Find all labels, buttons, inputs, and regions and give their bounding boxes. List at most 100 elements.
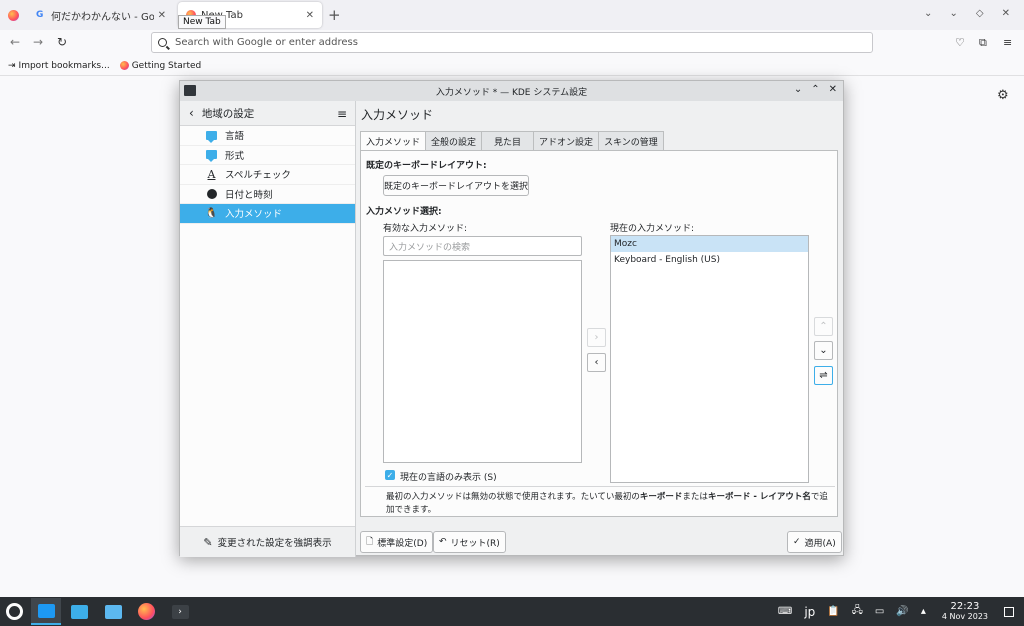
sidebar-title: 地域の設定 xyxy=(201,107,255,120)
close-icon[interactable]: ✕ xyxy=(829,84,837,95)
window-controls: ⌄ ◇ ✕ xyxy=(950,8,1010,19)
url-bar[interactable]: Search with Google or enter address xyxy=(151,32,873,53)
clock-date: 4 Nov 2023 xyxy=(941,611,988,621)
apply-button[interactable]: ✓ 適用(A) xyxy=(787,531,842,553)
volume-icon[interactable]: 🔊 xyxy=(896,606,908,617)
tab-appearance[interactable]: 見た目 xyxy=(481,131,535,150)
browser-tab[interactable]: G 何だかわかんない - Google ✕ xyxy=(28,2,174,28)
back-arrow-icon[interactable]: ← xyxy=(10,35,20,49)
show-desktop-icon[interactable] xyxy=(1004,606,1014,617)
sidebar-item-label: 言語 xyxy=(225,131,245,143)
highlight-changed-settings-button[interactable]: ✎ 変更された設定を強調表示 xyxy=(180,526,355,557)
sidebar-item-label: スペルチェック xyxy=(225,170,291,182)
terminal-icon: › xyxy=(171,604,189,619)
only-current-language-checkbox[interactable]: ✓ xyxy=(385,470,395,480)
app-menu-icon[interactable]: ≡ xyxy=(1003,36,1012,49)
im-search-input[interactable]: 入力メソッドの検索 xyxy=(383,236,582,256)
close-window-icon[interactable]: ✕ xyxy=(1002,8,1010,19)
sidebar-item-input-method[interactable]: 🐧 入力メソッド xyxy=(180,204,355,224)
button-label: 適用(A) xyxy=(804,538,836,549)
main-content: 入力メソッド 入力メソッド 全般の設定 見た目 アドオン設定 スキンの管理 既定… xyxy=(357,101,843,557)
tab-addons[interactable]: アドオン設定 xyxy=(533,131,600,150)
move-up-chevron-button[interactable]: ⌃ xyxy=(814,317,833,336)
firefox-favicon-icon xyxy=(119,61,129,70)
bookmarks-bar: ⇥ Import bookmarks... Getting Started xyxy=(0,56,1024,76)
bookmark-import[interactable]: ⇥ Import bookmarks... xyxy=(8,61,110,71)
remove-im-left-arrow-button[interactable]: ‹ xyxy=(587,353,606,372)
restore-icon[interactable]: ◇ xyxy=(976,8,984,19)
app-icon xyxy=(184,85,196,96)
spellcheck-icon: A xyxy=(207,167,216,181)
gear-icon[interactable]: ⚙ xyxy=(997,88,1009,103)
taskbar-terminal[interactable]: › xyxy=(165,598,195,625)
window-titlebar[interactable]: 入力メソッド * — KDE システム設定 ⌄ ⌃ ✕ xyxy=(180,81,843,101)
configure-im-sliders-button[interactable]: ⇌ xyxy=(814,366,833,385)
sidebar-item-formats[interactable]: 形式 xyxy=(180,146,355,165)
google-favicon-icon: G xyxy=(36,10,44,20)
tab-tooltip: New Tab xyxy=(178,15,226,29)
chevron-down-icon[interactable]: ⌄ xyxy=(794,84,802,95)
defaults-button[interactable]: 🗋 標準設定(D) xyxy=(360,531,434,553)
new-tab-plus-icon[interactable]: + xyxy=(328,6,341,24)
pocket-icon[interactable]: ♡ xyxy=(955,36,965,49)
sidebar-item-spellcheck[interactable]: A スペルチェック xyxy=(180,165,355,185)
tab-bar: 入力メソッド 全般の設定 見た目 アドオン設定 スキンの管理 xyxy=(360,131,664,151)
list-all-tabs-chevron-icon[interactable]: ⌄ xyxy=(924,8,932,19)
tray-expand-arrow-icon[interactable]: ▴ xyxy=(921,606,926,617)
taskbar-firefox[interactable] xyxy=(131,598,161,625)
available-im-label: 有効な入力メソッド: xyxy=(383,224,468,234)
sidebar-item-label: 入力メソッド xyxy=(225,209,283,221)
taskbar-file-manager[interactable] xyxy=(98,598,128,625)
bookmark-label: Import bookmarks... xyxy=(18,60,110,71)
keyboard-layout-heading: 既定のキーボードレイアウト: xyxy=(366,161,487,171)
move-down-chevron-button[interactable]: ⌄ xyxy=(814,341,833,360)
current-im-list[interactable]: Mozc Keyboard - English (US) xyxy=(610,235,809,483)
back-chevron-icon[interactable]: ‹ xyxy=(189,106,194,120)
penguin-icon: 🐧 xyxy=(205,207,218,219)
add-im-right-arrow-button[interactable]: › xyxy=(587,328,606,347)
list-item[interactable]: Keyboard - English (US) xyxy=(611,252,808,268)
battery-icon[interactable]: ▭ xyxy=(875,606,884,617)
speech-bubble-icon xyxy=(206,149,217,163)
forward-arrow-icon[interactable]: → xyxy=(33,35,43,49)
browser-navbar: ← → ↻ Search with Google or enter addres… xyxy=(0,30,1024,56)
only-current-language-label: 現在の言語のみ表示 (S) xyxy=(400,473,497,483)
hamburger-menu-icon[interactable]: ≡ xyxy=(337,107,347,121)
clock-icon xyxy=(206,188,217,199)
close-tab-icon[interactable]: ✕ xyxy=(158,10,166,21)
application-launcher-icon[interactable] xyxy=(0,597,28,626)
divider xyxy=(365,486,835,487)
available-im-list[interactable] xyxy=(383,260,582,463)
select-keyboard-layout-button[interactable]: 既定のキーボードレイアウトを選択 xyxy=(383,175,529,196)
keyboard-icon[interactable]: ⌨ xyxy=(778,606,792,617)
clipboard-icon[interactable]: 📋 xyxy=(827,606,839,617)
taskbar-system-settings[interactable] xyxy=(31,598,61,625)
reload-icon[interactable]: ↻ xyxy=(57,35,67,49)
extensions-icon[interactable]: ⧉ xyxy=(979,36,987,50)
browser-tabbar: G 何だかわかんない - Google ✕ New Tab ✕ New Tab … xyxy=(0,0,1024,30)
tab-panel: 既定のキーボードレイアウト: 既定のキーボードレイアウトを選択 入力メソッド選択… xyxy=(360,150,838,517)
firefox-menu-icon[interactable] xyxy=(0,0,26,30)
firefox-icon xyxy=(137,603,155,620)
checkmark-icon: ✓ xyxy=(793,537,801,547)
tab-input-method[interactable]: 入力メソッド xyxy=(360,131,427,151)
hint-text: 最初の入力メソッドは無効の状態で使用されます。たいてい最初のキーボードまたはキー… xyxy=(386,492,828,515)
sidebar-item-datetime[interactable]: 日付と時刻 xyxy=(180,185,355,204)
undo-icon: ↶ xyxy=(439,537,447,547)
taskbar-discover[interactable] xyxy=(64,598,94,625)
close-tab-icon[interactable]: ✕ xyxy=(306,10,314,21)
network-icon[interactable]: 🖧 xyxy=(852,603,863,620)
store-bag-icon xyxy=(70,604,88,619)
sidebar-item-language[interactable]: 言語 xyxy=(180,126,355,146)
pen-icon: ✎ xyxy=(203,535,213,549)
footer-label: 変更された設定を強調表示 xyxy=(217,538,332,549)
tab-general[interactable]: 全般の設定 xyxy=(425,131,483,150)
minimize-icon[interactable]: ⌄ xyxy=(950,8,958,19)
tab-skins[interactable]: スキンの管理 xyxy=(598,131,664,150)
list-item[interactable]: Mozc xyxy=(611,236,808,252)
chevron-up-icon[interactable]: ⌃ xyxy=(811,84,819,95)
reset-button[interactable]: ↶ リセット(R) xyxy=(433,531,506,553)
keyboard-layout-indicator[interactable]: jp xyxy=(804,605,815,619)
clock[interactable]: 22:23 4 Nov 2023 xyxy=(941,601,988,622)
bookmark-getting-started[interactable]: Getting Started xyxy=(119,61,201,71)
